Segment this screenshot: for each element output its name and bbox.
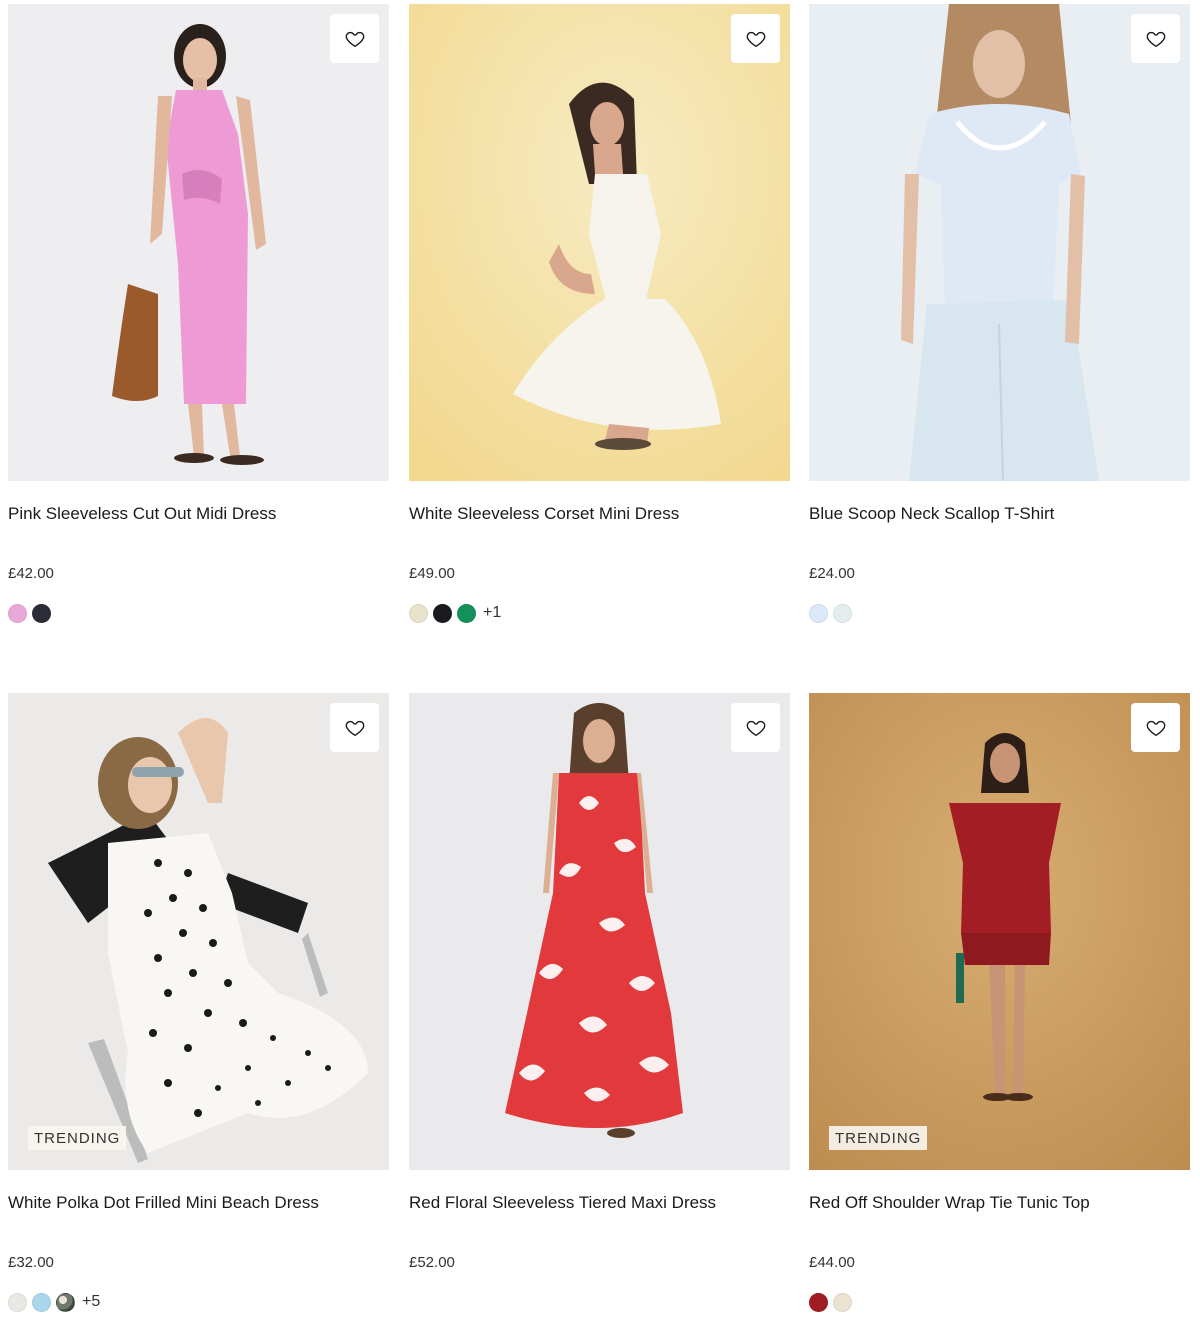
product-card: TRENDING White Polka Dot Frilled Mini Be…	[8, 693, 389, 1313]
color-swatch[interactable]	[833, 603, 852, 623]
product-card: Red Floral Sleeveless Tiered Maxi Dress …	[409, 693, 790, 1313]
product-price: £52.00	[409, 1254, 455, 1271]
wishlist-button[interactable]	[731, 14, 780, 63]
product-price: £44.00	[809, 1254, 855, 1271]
product-title[interactable]: Red Floral Sleeveless Tiered Maxi Dress	[409, 1192, 790, 1214]
product-title[interactable]: Red Off Shoulder Wrap Tie Tunic Top	[809, 1192, 1190, 1214]
wishlist-button[interactable]	[1131, 14, 1180, 63]
heart-outline-icon	[1146, 31, 1165, 47]
color-swatch[interactable]	[809, 603, 828, 623]
product-card: Blue Scoop Neck Scallop T-Shirt £24.00	[809, 4, 1190, 624]
product-grid: Pink Sleeveless Cut Out Midi Dress £42.0…	[0, 0, 1200, 1320]
color-swatch[interactable]	[32, 603, 51, 623]
product-card: TRENDING Red Off Shoulder Wrap Tie Tunic…	[809, 693, 1190, 1313]
wishlist-button[interactable]	[1131, 703, 1180, 752]
heart-outline-icon	[1146, 720, 1165, 736]
product-price: £49.00	[409, 565, 455, 582]
color-swatches	[409, 1291, 790, 1313]
product-photo	[809, 4, 1190, 481]
product-image[interactable]	[8, 4, 389, 481]
color-swatch[interactable]	[457, 603, 476, 623]
product-title[interactable]: White Polka Dot Frilled Mini Beach Dress	[8, 1192, 389, 1214]
more-colors-count[interactable]: +5	[82, 1293, 100, 1311]
color-swatch[interactable]	[32, 1292, 51, 1312]
product-price: £42.00	[8, 565, 54, 582]
product-photo	[409, 693, 790, 1170]
product-title[interactable]: Pink Sleeveless Cut Out Midi Dress	[8, 503, 389, 525]
heart-outline-icon	[746, 720, 765, 736]
product-image[interactable]: TRENDING	[8, 693, 389, 1170]
heart-outline-icon	[746, 31, 765, 47]
trending-badge: TRENDING	[28, 1126, 127, 1150]
product-card: White Sleeveless Corset Mini Dress £49.0…	[409, 4, 790, 624]
product-image[interactable]: TRENDING	[809, 693, 1190, 1170]
product-image[interactable]	[809, 4, 1190, 481]
color-swatches	[8, 602, 389, 624]
color-swatch[interactable]	[8, 1292, 27, 1312]
product-image[interactable]	[409, 4, 790, 481]
color-swatch[interactable]	[433, 603, 452, 623]
trending-badge: TRENDING	[829, 1126, 928, 1150]
wishlist-button[interactable]	[731, 703, 780, 752]
product-photo	[8, 4, 389, 481]
heart-outline-icon	[345, 31, 364, 47]
product-photo	[409, 4, 790, 481]
color-swatch[interactable]	[8, 603, 27, 623]
more-colors-count[interactable]: +1	[483, 604, 501, 622]
color-swatch[interactable]	[833, 1292, 852, 1312]
product-title[interactable]: Blue Scoop Neck Scallop T-Shirt	[809, 503, 1190, 525]
product-price: £24.00	[809, 565, 855, 582]
color-swatch[interactable]	[809, 1292, 828, 1312]
color-swatches: +1	[409, 602, 790, 624]
color-swatches: +5	[8, 1291, 389, 1313]
product-price: £32.00	[8, 1254, 54, 1271]
product-title[interactable]: White Sleeveless Corset Mini Dress	[409, 503, 790, 525]
heart-outline-icon	[345, 720, 364, 736]
color-swatch[interactable]	[409, 603, 428, 623]
color-swatch-pattern[interactable]	[56, 1292, 75, 1312]
color-swatches	[809, 602, 1190, 624]
wishlist-button[interactable]	[330, 703, 379, 752]
product-photo	[809, 693, 1190, 1170]
product-photo	[8, 693, 389, 1170]
product-card: Pink Sleeveless Cut Out Midi Dress £42.0…	[8, 4, 389, 624]
color-swatches	[809, 1291, 1190, 1313]
product-image[interactable]	[409, 693, 790, 1170]
wishlist-button[interactable]	[330, 14, 379, 63]
